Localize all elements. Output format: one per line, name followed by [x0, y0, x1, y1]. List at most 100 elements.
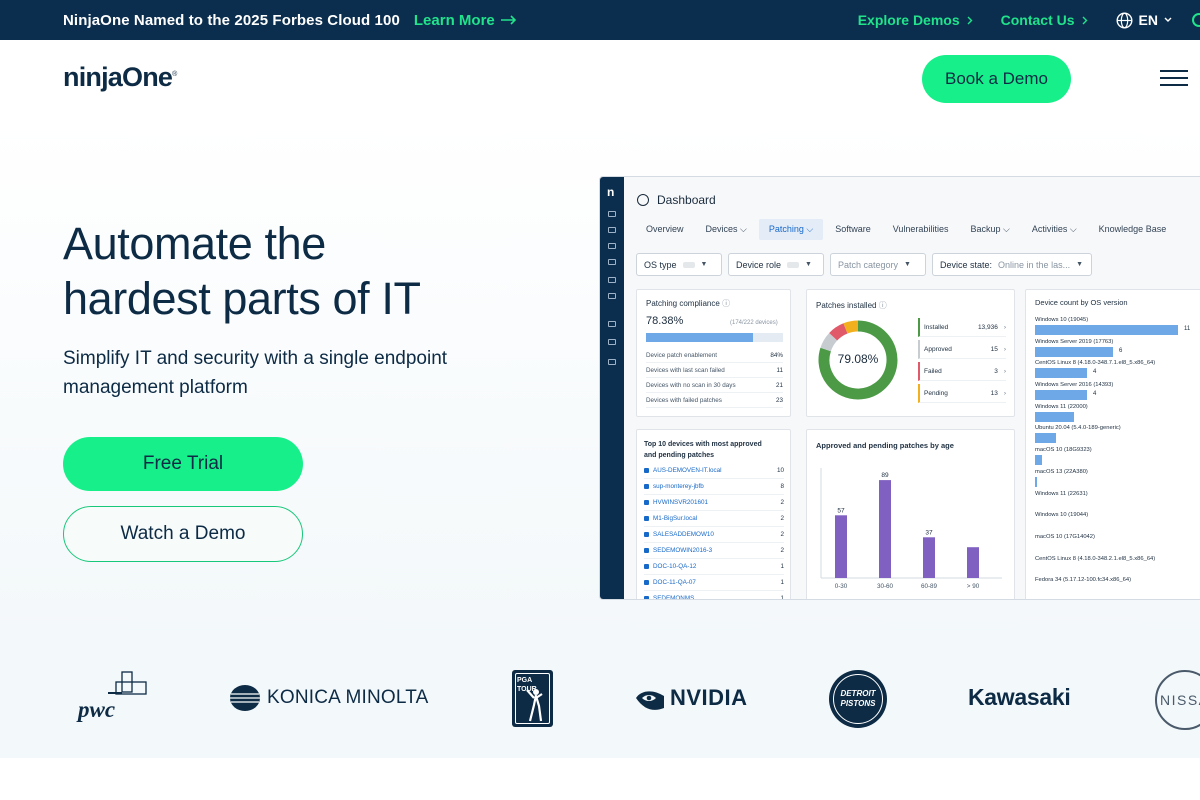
language-selector[interactable]: EN	[1116, 11, 1172, 29]
patches-installed-card[interactable]: Patches installed ⓘ 79.08% Installed 13,9…	[806, 289, 1015, 417]
device-name-link[interactable]: M1-BigSur.local	[653, 515, 780, 522]
top-devices-card[interactable]: Top 10 devices with most approved and pe…	[636, 429, 791, 599]
free-trial-button[interactable]: Free Trial	[63, 437, 303, 491]
installed-legend-item[interactable]: Installed 13,936 ›	[918, 318, 1006, 337]
tab-activities[interactable]: Activities ⌵	[1022, 219, 1087, 240]
age-bar-0[interactable]	[835, 515, 847, 578]
top10-row[interactable]: DOC-11-QA-07 1	[644, 575, 784, 591]
chevron-right-icon: ›	[1003, 345, 1006, 353]
os-version-card[interactable]: Device count by OS version Windows 10 (1…	[1025, 289, 1200, 599]
os-bar-item[interactable]: macOS 10 (17G14042)	[1035, 533, 1200, 555]
info-icon: ⓘ	[878, 301, 887, 310]
os-bar-label: Windows Server 2019 (17763)	[1035, 338, 1114, 345]
hamburger-menu-icon[interactable]	[1160, 70, 1190, 86]
top10-row[interactable]: SEDEMOWIN2016-3 2	[644, 543, 784, 559]
ninjaone-logo[interactable]: ninjaOne®	[63, 62, 177, 93]
age-category-label: 60-89	[921, 583, 938, 590]
device-role-filter[interactable]: Device role ▼	[728, 253, 824, 276]
os-bar-label: Windows 10 (19044)	[1035, 512, 1089, 519]
installed-legend-item[interactable]: Approved 15 ›	[918, 340, 1006, 359]
donut-slice-failed[interactable]	[829, 323, 848, 341]
os-bar-item[interactable]: Fedora 34 (5.17.12-100.fc34.x86_64)	[1035, 576, 1200, 598]
compliance-row[interactable]: Devices with no scan in 30 days 21	[646, 378, 783, 393]
device-name-link[interactable]: HVWINSVR201601	[653, 499, 780, 506]
star-icon	[608, 339, 616, 345]
top10-row[interactable]: SALESADDEMOW10 2	[644, 527, 784, 543]
age-chart-title: Approved and pending patches by age	[816, 441, 954, 450]
patch-category-filter[interactable]: Patch category ▼	[830, 253, 926, 276]
explore-demos-link[interactable]: Explore Demos	[858, 12, 973, 28]
tab-backup[interactable]: Backup ⌵	[960, 219, 1019, 240]
device-name-link[interactable]: DOC-11-QA-07	[653, 579, 780, 586]
contact-us-link[interactable]: Contact Us	[1001, 12, 1088, 28]
tab-devices[interactable]: Devices ⌵	[696, 219, 757, 240]
patches-by-age-card[interactable]: Approved and pending patches by age 57 0-…	[806, 429, 1015, 599]
device-name-link[interactable]: SEDEMONMS	[653, 595, 780, 599]
device-name-link[interactable]: SALESADDEMOW10	[653, 531, 780, 538]
device-state-filter[interactable]: Device state: Online in the las... ▼	[932, 253, 1092, 276]
compliance-title-text: Patching compliance	[646, 299, 720, 308]
os-bar-item[interactable]: Ubuntu 20.04 (5.4.0-189-generic)	[1035, 424, 1200, 446]
legend-label: Pending	[924, 389, 948, 397]
top10-row[interactable]: sup-monterey-jbfb 8	[644, 479, 784, 495]
konica-minolta-logo: KONICA MINOLTA	[229, 684, 429, 712]
compliance-row[interactable]: Devices with failed patches 23	[646, 393, 783, 408]
tab-vulnerabilities[interactable]: Vulnerabilities	[883, 219, 959, 240]
os-bar-item[interactable]: macOS 10 (18G9323)	[1035, 446, 1200, 468]
os-bar-item[interactable]: Windows 10 (19044)	[1035, 511, 1200, 533]
pistons-ring: DETROIT PISTONS	[833, 674, 883, 724]
top10-row[interactable]: M1-BigSur.local 2	[644, 511, 784, 527]
os-bar-label: Windows 10 (19045)	[1035, 317, 1089, 323]
device-name-link[interactable]: SEDEMOWIN2016-3	[653, 547, 780, 554]
compliance-title: Patching compliance ⓘ	[646, 298, 730, 309]
patching-compliance-card[interactable]: Patching compliance ⓘ 78.38% (174/222 de…	[636, 289, 791, 417]
os-bar-value: 4	[1093, 391, 1097, 398]
os-bar-item[interactable]: Windows Server 2016 (14393) 4	[1035, 381, 1200, 403]
search-icon[interactable]	[1192, 13, 1200, 27]
device-name-link[interactable]: AUS-DEMOVEN-IT.local	[653, 467, 777, 474]
os-bar-item[interactable]: Windows 11 (22000)	[1035, 403, 1200, 425]
top10-row[interactable]: SEDEMONMS 1	[644, 591, 784, 599]
device-state-label: Device state:	[940, 259, 993, 270]
donut-slice-approved[interactable]	[820, 332, 838, 352]
os-type-filter[interactable]: OS type ▼	[636, 253, 722, 276]
chevron-right-icon: ›	[1003, 323, 1006, 331]
os-bar-item[interactable]: macOS 13 (22A380)	[1035, 468, 1200, 490]
compliance-row-value: 84%	[770, 351, 783, 359]
device-patch-count: 1	[780, 579, 784, 586]
device-name-link[interactable]: sup-monterey-jbfb	[653, 483, 780, 490]
age-bar-3[interactable]	[967, 547, 979, 578]
device-icon	[644, 548, 649, 553]
site-header: ninjaOne® Book a Demo	[0, 40, 1200, 118]
hero-title-line1: Automate the	[63, 218, 326, 269]
installed-legend-item[interactable]: Pending 13 ›	[918, 384, 1006, 403]
top10-rows: AUS-DEMOVEN-IT.local 10 sup-monterey-jbfb 8…	[644, 463, 784, 599]
compliance-row-label: Device patch enablement	[646, 351, 718, 359]
logo-text: ninjaOne	[63, 62, 173, 92]
book-demo-button[interactable]: Book a Demo	[922, 55, 1071, 103]
top10-row[interactable]: AUS-DEMOVEN-IT.local 10	[644, 463, 784, 479]
top10-row[interactable]: HVWINSVR201601 2	[644, 495, 784, 511]
watch-demo-button[interactable]: Watch a Demo	[63, 506, 303, 562]
os-bar-item[interactable]: CentOS Linux 8 (4.18.0-348.2.1.el8_5.x86…	[1035, 555, 1200, 577]
tab-overview[interactable]: Overview	[636, 219, 694, 240]
tab-patching[interactable]: Patching ⌵	[758, 219, 824, 240]
os-bar-label: macOS 10 (18G9323)	[1035, 447, 1092, 454]
tab-software[interactable]: Software	[825, 219, 881, 240]
compliance-row[interactable]: Devices with last scan failed 11	[646, 363, 783, 378]
compliance-row[interactable]: Device patch enablement 84%	[646, 348, 783, 363]
os-bar-item[interactable]: Windows 11 (22631)	[1035, 490, 1200, 512]
learn-more-link[interactable]: Learn More	[414, 12, 517, 29]
os-bar-item[interactable]: CentOS Linux 8 (4.18.0-348.7.1.el8_5.x86…	[1035, 359, 1200, 381]
os-bar-item[interactable]: Windows 10 (19045) 11	[1035, 316, 1200, 338]
device-icon	[644, 516, 649, 521]
age-bar-1[interactable]	[879, 480, 891, 578]
device-name-link[interactable]: DOC-10-QA-12	[653, 563, 780, 570]
os-bar-value: 4	[1093, 369, 1097, 376]
installed-legend-item[interactable]: Failed 3 ›	[918, 362, 1006, 381]
tab-knowledge-base[interactable]: Knowledge Base	[1089, 219, 1177, 240]
top10-row[interactable]: DOC-10-QA-12 1	[644, 559, 784, 575]
donut-slice-pending[interactable]	[843, 320, 859, 334]
os-bar-item[interactable]: Windows Server 2019 (17763) 6	[1035, 338, 1200, 360]
age-bar-2[interactable]	[923, 537, 935, 578]
